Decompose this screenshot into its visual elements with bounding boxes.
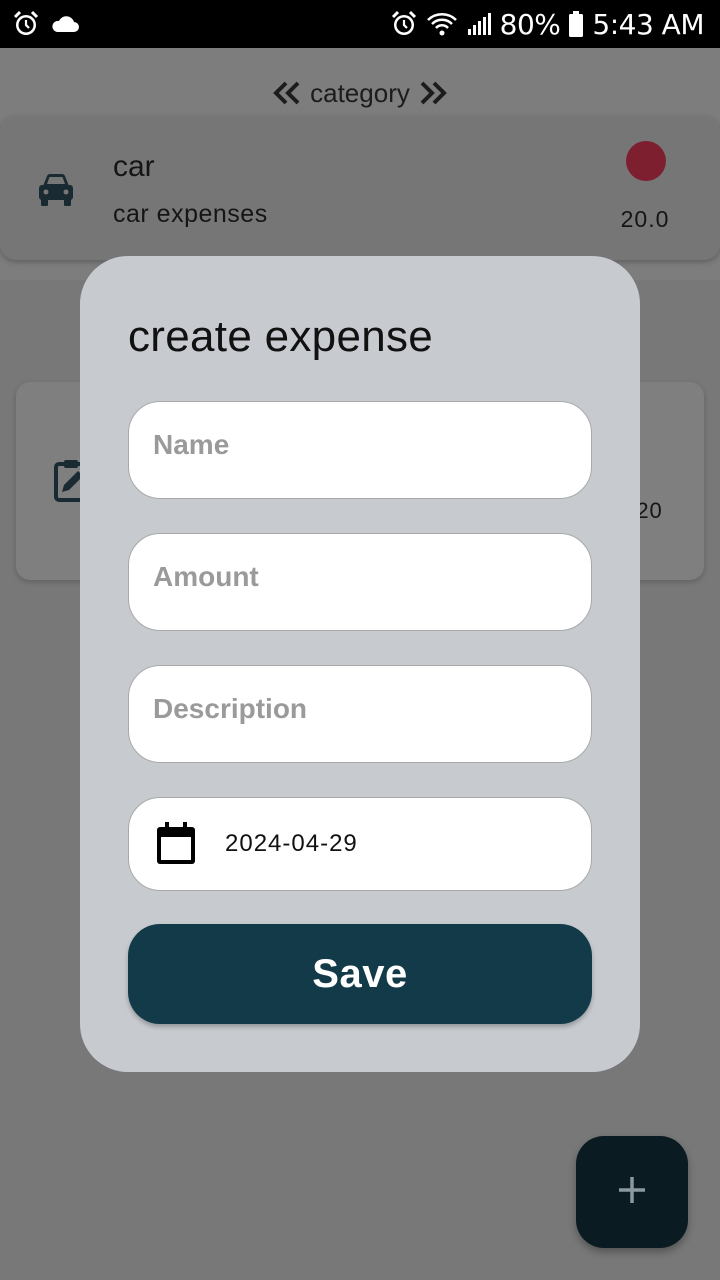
double-chevron-right-icon[interactable] <box>418 80 448 106</box>
signal-icon <box>466 11 492 37</box>
name-field[interactable] <box>128 401 592 499</box>
create-expense-dialog: create expense 2024-04-29 Save <box>80 256 640 1072</box>
car-icon <box>36 172 76 213</box>
add-expense-fab[interactable] <box>576 1136 688 1248</box>
category-navigator: category <box>0 72 720 114</box>
amount-input[interactable] <box>129 534 591 630</box>
category-nav-label: category <box>310 77 410 108</box>
name-input[interactable] <box>129 402 591 498</box>
battery-percent: 80% <box>499 7 561 41</box>
calendar-icon[interactable] <box>155 822 197 871</box>
category-amount: 20.0 <box>620 206 670 232</box>
plus-icon <box>617 1175 647 1210</box>
status-right-group: 80% 5:43 AM <box>390 6 704 42</box>
dialog-title: create expense <box>128 312 434 361</box>
cloud-icon <box>50 13 80 35</box>
category-card[interactable] <box>0 116 720 260</box>
alarm-icon <box>12 10 40 38</box>
amount-field[interactable] <box>128 533 592 631</box>
status-bar: 80% 5:43 AM <box>0 0 720 48</box>
category-name: car <box>113 150 155 183</box>
save-button[interactable]: Save <box>128 924 592 1024</box>
description-field[interactable] <box>128 665 592 763</box>
category-color-dot <box>626 141 666 181</box>
alarm-icon <box>390 10 418 38</box>
category-description: car expenses <box>113 200 268 228</box>
date-value: 2024-04-29 <box>225 830 358 857</box>
double-chevron-left-icon[interactable] <box>272 80 302 106</box>
description-input[interactable] <box>129 666 591 762</box>
battery-icon <box>568 10 584 38</box>
date-picker-field[interactable]: 2024-04-29 <box>128 797 592 891</box>
status-left-icons <box>12 10 80 38</box>
clock: 5:43 AM <box>592 7 704 41</box>
wifi-icon <box>426 10 458 38</box>
